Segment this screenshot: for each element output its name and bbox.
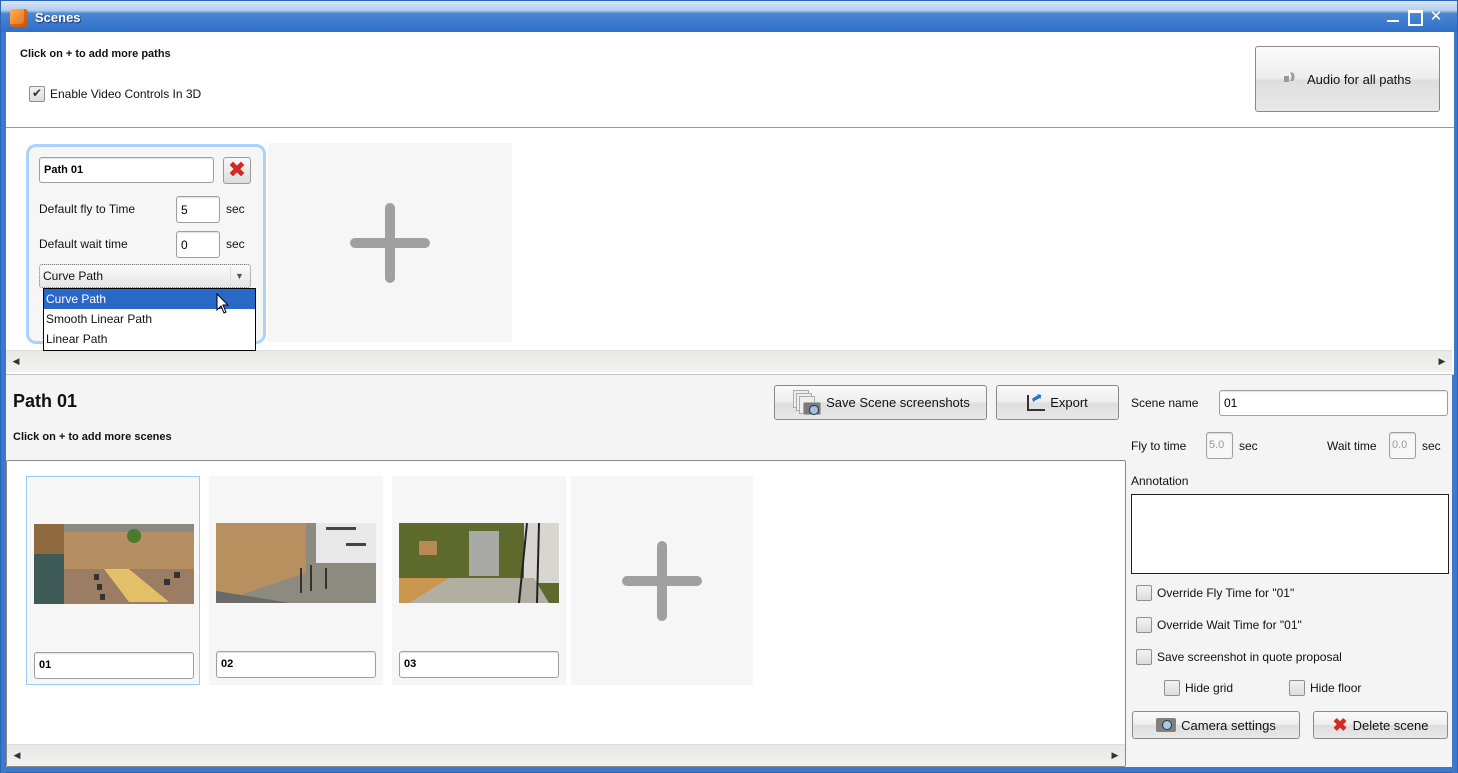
scroll-left-arrow-icon[interactable]: ◀ <box>9 353 23 370</box>
red-x-icon: ✖ <box>227 157 247 183</box>
scene-properties-panel: Scene name 01 Fly to time 5.0 sec Wait t… <box>1126 377 1454 767</box>
dropdown-option-linear-path[interactable]: Linear Path <box>44 329 255 349</box>
checkbox-checked-icon[interactable] <box>29 86 45 102</box>
paths-panel: Path 01 ✖ Default fly to Time 5 sec Defa… <box>6 127 1454 375</box>
mouse-cursor-icon <box>216 293 230 314</box>
annotation-textarea[interactable] <box>1131 494 1449 574</box>
hide-floor-checkbox[interactable]: Hide floor <box>1289 680 1361 696</box>
checkbox-icon[interactable] <box>1136 617 1152 633</box>
app-icon <box>10 9 28 27</box>
scenes-panel: 01 02 03 ◀ ▶ <box>6 460 1126 767</box>
scene-card[interactable]: 01 <box>26 476 200 685</box>
top-toolbar: Click on + to add more paths Enable Vide… <box>6 32 1454 127</box>
plus-icon <box>350 202 430 283</box>
scene-name-input[interactable]: 02 <box>216 651 376 678</box>
scene-thumbnail[interactable] <box>399 523 559 603</box>
override-fly-time-label: Override Fly Time for "01" <box>1157 586 1295 600</box>
export-button[interactable]: Export <box>996 385 1119 420</box>
screenshots-stack-icon <box>791 389 822 416</box>
paths-horizontal-scrollbar[interactable]: ◀ ▶ <box>6 350 1452 372</box>
scene-thumbnail[interactable] <box>34 524 194 604</box>
enable-video-controls-checkbox[interactable]: Enable Video Controls In 3D <box>29 86 201 102</box>
checkbox-icon[interactable] <box>1136 585 1152 601</box>
path-name-input[interactable]: Path 01 <box>39 157 214 183</box>
checkbox-icon[interactable] <box>1136 649 1152 665</box>
audio-button-label: Audio for all paths <box>1306 71 1412 87</box>
fly-time-label: Fly to time <box>1131 439 1187 453</box>
annotation-label: Annotation <box>1131 474 1189 488</box>
wait-time-field[interactable]: 0.0 <box>1389 432 1416 459</box>
enable-video-controls-label: Enable Video Controls In 3D <box>50 87 202 101</box>
default-fly-time-label: Default fly to Time <box>39 202 136 216</box>
add-scene-tile[interactable] <box>571 476 753 685</box>
scene-thumbnail[interactable] <box>216 523 376 603</box>
default-wait-time-label: Default wait time <box>39 237 128 251</box>
maximize-button[interactable] <box>1406 9 1423 26</box>
path-type-selected-value: Curve Path <box>43 269 104 283</box>
checkbox-icon[interactable] <box>1289 680 1305 696</box>
delete-path-button[interactable]: ✖ <box>223 157 251 184</box>
scenes-horizontal-scrollbar[interactable]: ◀ ▶ <box>7 744 1125 766</box>
close-button[interactable]: ✕ <box>1428 9 1444 24</box>
title-bar: Scenes ✕ <box>1 1 1457 32</box>
delete-scene-button[interactable]: ✖ Delete scene <box>1313 711 1448 739</box>
plus-icon <box>622 540 702 621</box>
wait-time-unit: sec <box>1422 439 1441 453</box>
scene-name-input[interactable]: 01 <box>34 652 194 679</box>
camera-settings-button[interactable]: Camera settings <box>1132 711 1300 739</box>
save-screenshot-quote-label: Save screenshot in quote proposal <box>1157 650 1342 664</box>
fly-time-field[interactable]: 5.0 <box>1206 432 1233 459</box>
scroll-left-arrow-icon[interactable]: ◀ <box>10 747 24 764</box>
minimize-button[interactable] <box>1385 9 1401 23</box>
export-label: Export <box>1050 395 1088 410</box>
wait-unit-label: sec <box>226 237 245 251</box>
override-fly-time-checkbox[interactable]: Override Fly Time for "01" <box>1136 585 1294 601</box>
window-frame <box>1 767 1457 772</box>
delete-scene-label: Delete scene <box>1352 717 1429 733</box>
save-scene-screenshots-button[interactable]: Save Scene screenshots <box>774 385 987 420</box>
chevron-down-icon[interactable]: ▼ <box>230 267 248 285</box>
scroll-right-arrow-icon[interactable]: ▶ <box>1435 353 1449 370</box>
wait-time-label: Wait time <box>1327 439 1377 453</box>
scene-card[interactable]: 03 <box>392 476 566 685</box>
camera-icon <box>1156 718 1177 732</box>
audio-for-all-paths-button[interactable]: Audio for all paths <box>1255 46 1440 112</box>
scenes-window: Scenes ✕ Click on + to add more paths En… <box>0 0 1458 773</box>
hide-floor-label: Hide floor <box>1310 681 1362 695</box>
add-paths-hint: Click on + to add more paths <box>20 48 171 60</box>
scroll-right-arrow-icon[interactable]: ▶ <box>1108 747 1122 764</box>
scene-card[interactable]: 02 <box>209 476 383 685</box>
default-wait-time-input[interactable]: 0 <box>176 231 220 258</box>
hide-grid-checkbox[interactable]: Hide grid <box>1164 680 1233 696</box>
fly-unit-label: sec <box>226 202 245 216</box>
scene-name-input[interactable]: 03 <box>399 651 559 678</box>
override-wait-time-checkbox[interactable]: Override Wait Time for "01" <box>1136 617 1302 633</box>
scene-name-label: Scene name <box>1131 396 1199 410</box>
checkbox-icon[interactable] <box>1164 680 1180 696</box>
default-fly-time-input[interactable]: 5 <box>176 196 220 223</box>
scene-name-field[interactable]: 01 <box>1219 390 1448 416</box>
override-wait-time-label: Override Wait Time for "01" <box>1157 618 1302 632</box>
camera-settings-label: Camera settings <box>1181 717 1276 733</box>
path-title: Path 01 <box>13 391 78 411</box>
red-x-icon: ✖ <box>1332 715 1348 735</box>
save-screenshots-label: Save Scene screenshots <box>826 395 970 410</box>
hide-grid-label: Hide grid <box>1185 681 1234 695</box>
path-type-select[interactable]: Curve Path ▼ <box>39 264 251 288</box>
fly-time-unit: sec <box>1239 439 1258 453</box>
speaker-icon <box>1283 71 1302 85</box>
export-icon <box>1027 394 1046 411</box>
add-scenes-hint: Click on + to add more scenes <box>13 431 172 443</box>
window-title: Scenes <box>35 10 81 25</box>
add-path-tile[interactable] <box>268 143 512 342</box>
save-screenshot-quote-checkbox[interactable]: Save screenshot in quote proposal <box>1136 649 1342 665</box>
